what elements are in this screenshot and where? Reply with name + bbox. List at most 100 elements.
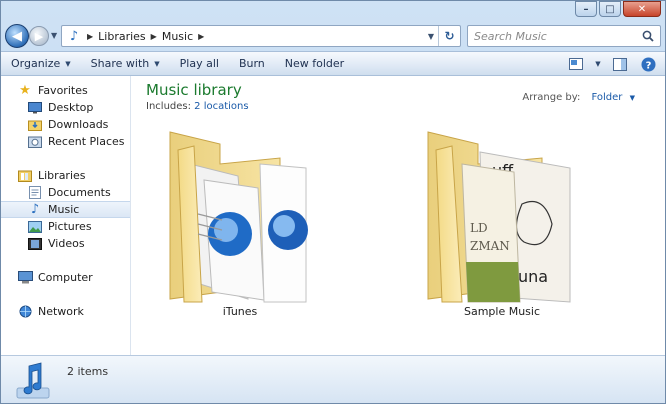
breadcrumb-music[interactable]: Music <box>162 30 193 43</box>
svg-text:ZMAN: ZMAN <box>470 239 510 253</box>
chevron-down-icon: ▼ <box>65 59 71 68</box>
view-controls: ▼ ? <box>565 54 659 74</box>
sidebar-item-label: Network <box>38 305 84 318</box>
desktop-icon <box>27 101 43 115</box>
burn-button[interactable]: Burn <box>229 53 275 75</box>
sidebar-item-label: Favorites <box>38 84 88 97</box>
sidebar-item-documents[interactable]: Documents <box>1 184 130 201</box>
preview-pane-icon <box>613 57 627 71</box>
help-button[interactable]: ? <box>637 54 659 74</box>
sidebar-item-label: Pictures <box>48 220 92 233</box>
navigation-bar: ◀ ▶ ▼ ♪ ▶ Libraries ▶ Music ▶ ▼ ↻ <box>1 21 665 51</box>
sidebar-item-recent-places[interactable]: Recent Places <box>1 133 130 150</box>
folder-name-sample-music: Sample Music <box>463 305 541 318</box>
sidebar-item-downloads[interactable]: Downloads <box>1 116 130 133</box>
arrange-by-label: Arrange by: <box>522 92 581 103</box>
organize-label: Organize <box>11 57 61 70</box>
search-box[interactable] <box>467 25 661 47</box>
preview-pane-button[interactable] <box>609 54 631 74</box>
breadcrumb-separator-icon[interactable]: ▶ <box>198 32 204 41</box>
sidebar-item-libraries[interactable]: Libraries <box>1 167 130 184</box>
music-icon: ♪ <box>30 202 40 217</box>
share-with-label: Share with <box>90 57 150 70</box>
sidebar-item-label: Desktop <box>48 101 94 114</box>
sidebar-item-music[interactable]: ♪ Music <box>1 201 130 218</box>
itunes-folder-icon <box>169 131 308 303</box>
star-icon: ★ <box>19 83 31 98</box>
navigation-pane: ★ Favorites Desktop Downloads Recent Pla… <box>1 76 131 355</box>
includes-label: Includes: <box>146 101 191 112</box>
change-view-button[interactable] <box>565 54 587 74</box>
refresh-button[interactable]: ↻ <box>438 26 460 46</box>
details-pane: 2 items <box>1 355 665 403</box>
sidebar-item-pictures[interactable]: Pictures <box>1 218 130 235</box>
back-button[interactable]: ◀ <box>5 24 29 48</box>
chevron-down-icon: ▼ <box>51 31 58 40</box>
library-includes: Includes: 2 locations <box>146 101 249 112</box>
arrange-by-dropdown[interactable]: Folder <box>592 92 623 103</box>
chevron-down-icon: ▼ <box>154 59 160 68</box>
close-button[interactable]: ✕ <box>623 1 661 17</box>
organize-button[interactable]: Organize ▼ <box>1 53 81 75</box>
arrow-left-icon: ◀ <box>12 28 22 44</box>
svg-text:?: ? <box>645 60 651 71</box>
forward-button[interactable]: ▶ <box>29 26 49 46</box>
view-icon <box>569 58 583 70</box>
music-library-icon <box>16 362 50 399</box>
view-options-dropdown[interactable]: ▼ <box>593 54 603 74</box>
locations-link[interactable]: 2 locations <box>194 101 248 112</box>
command-bar: Organize ▼ Share with ▼ Play all Burn New … <box>1 51 665 76</box>
play-all-button[interactable]: Play all <box>170 53 229 75</box>
item-count: 2 items <box>67 365 109 378</box>
chevron-down-icon: ▼ <box>595 60 601 68</box>
sidebar-item-label: Computer <box>38 271 93 284</box>
computer-icon <box>17 271 33 285</box>
help-icon: ? <box>641 57 655 71</box>
search-icon[interactable] <box>640 28 656 44</box>
chevron-down-icon: ▼ <box>427 32 434 41</box>
sidebar-item-desktop[interactable]: Desktop <box>1 99 130 116</box>
sidebar-item-label: Videos <box>48 237 85 250</box>
downloads-folder-icon <box>27 118 43 132</box>
sidebar-item-label: Music <box>48 203 80 216</box>
chevron-down-icon: ▼ <box>629 94 635 102</box>
folder-item-sample-music[interactable]: uff una LD ZMAN Sample Music <box>422 124 582 334</box>
pictures-icon <box>27 220 43 234</box>
file-view: Music library Includes: 2 locations Arra… <box>132 76 665 355</box>
maximize-button[interactable]: □ <box>599 1 621 17</box>
folder-item-itunes[interactable]: iTunes <box>160 124 320 334</box>
documents-icon <box>27 186 43 200</box>
breadcrumb-separator-icon[interactable]: ▶ <box>151 32 157 41</box>
music-library-icon: ♪ <box>69 28 79 44</box>
refresh-icon: ↻ <box>444 29 455 43</box>
sidebar-item-label: Recent Places <box>48 135 125 148</box>
libraries-icon <box>17 169 33 183</box>
recent-pages-button[interactable]: ▼ <box>51 31 57 40</box>
svg-text:una: una <box>518 267 548 286</box>
breadcrumb-separator-icon[interactable]: ▶ <box>87 32 93 41</box>
sidebar-item-label: Documents <box>48 186 111 199</box>
sample-music-folder-icon: uff una LD ZMAN <box>427 131 571 303</box>
sidebar-item-network[interactable]: Network <box>1 303 130 320</box>
recent-places-icon <box>27 135 43 149</box>
title-bar-controls: – □ ✕ <box>575 1 661 17</box>
folder-name-itunes: iTunes <box>222 305 258 318</box>
arrow-right-icon: ▶ <box>34 29 44 43</box>
search-input[interactable] <box>468 26 628 46</box>
breadcrumb-libraries[interactable]: Libraries <box>98 30 146 43</box>
minimize-button[interactable]: – <box>575 1 597 17</box>
page-title: Music library <box>146 81 242 99</box>
sidebar-item-computer[interactable]: Computer <box>1 269 130 286</box>
sidebar-item-label: Libraries <box>38 169 86 182</box>
videos-icon <box>27 237 43 251</box>
share-with-button[interactable]: Share with ▼ <box>81 53 170 75</box>
address-history-dropdown[interactable]: ▼ <box>428 32 434 41</box>
svg-text:LD: LD <box>470 221 488 235</box>
sidebar-item-videos[interactable]: Videos <box>1 235 130 252</box>
sidebar-item-favorites[interactable]: ★ Favorites <box>1 82 130 99</box>
arrange-by: Arrange by: Folder ▼ <box>522 92 635 103</box>
network-icon <box>17 305 33 319</box>
address-bar[interactable]: ♪ ▶ Libraries ▶ Music ▶ ▼ ↻ <box>61 25 461 47</box>
new-folder-button[interactable]: New folder <box>275 53 354 75</box>
explorer-window: – □ ✕ ◀ ▶ ▼ ♪ ▶ Libraries ▶ Music ▶ ▼ ↻ … <box>0 0 666 404</box>
